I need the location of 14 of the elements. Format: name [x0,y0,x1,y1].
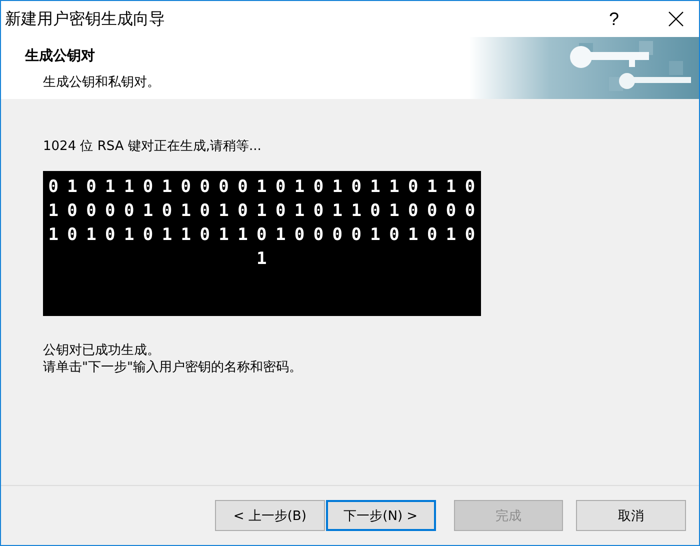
wizard-button[interactable]: < 上一步(B) [215,500,325,531]
wizard-button[interactable]: 下一步(N) > [326,500,436,531]
console-line: 1 [256,248,276,271]
window-title: 新建用户密钥生成向导 [5,8,166,30]
message-text: 请单击"下一步"输入用户密钥的名称和密码。 [43,359,303,376]
page-title: 生成公钥对 [25,47,96,65]
status-text: 1024 位 RSA 键对正在生成,请稍等... [43,138,262,155]
close-icon [668,11,684,27]
message-text: 公钥对已成功生成。 [43,342,161,359]
help-button[interactable]: ? [591,1,637,37]
console-line: 01011010000101010110110 [47,176,484,199]
wizard-button[interactable]: 取消 [576,500,686,531]
console-line: 10000101010101011010000 [47,200,484,223]
console-line: 10101011011010000101010 [47,224,484,247]
